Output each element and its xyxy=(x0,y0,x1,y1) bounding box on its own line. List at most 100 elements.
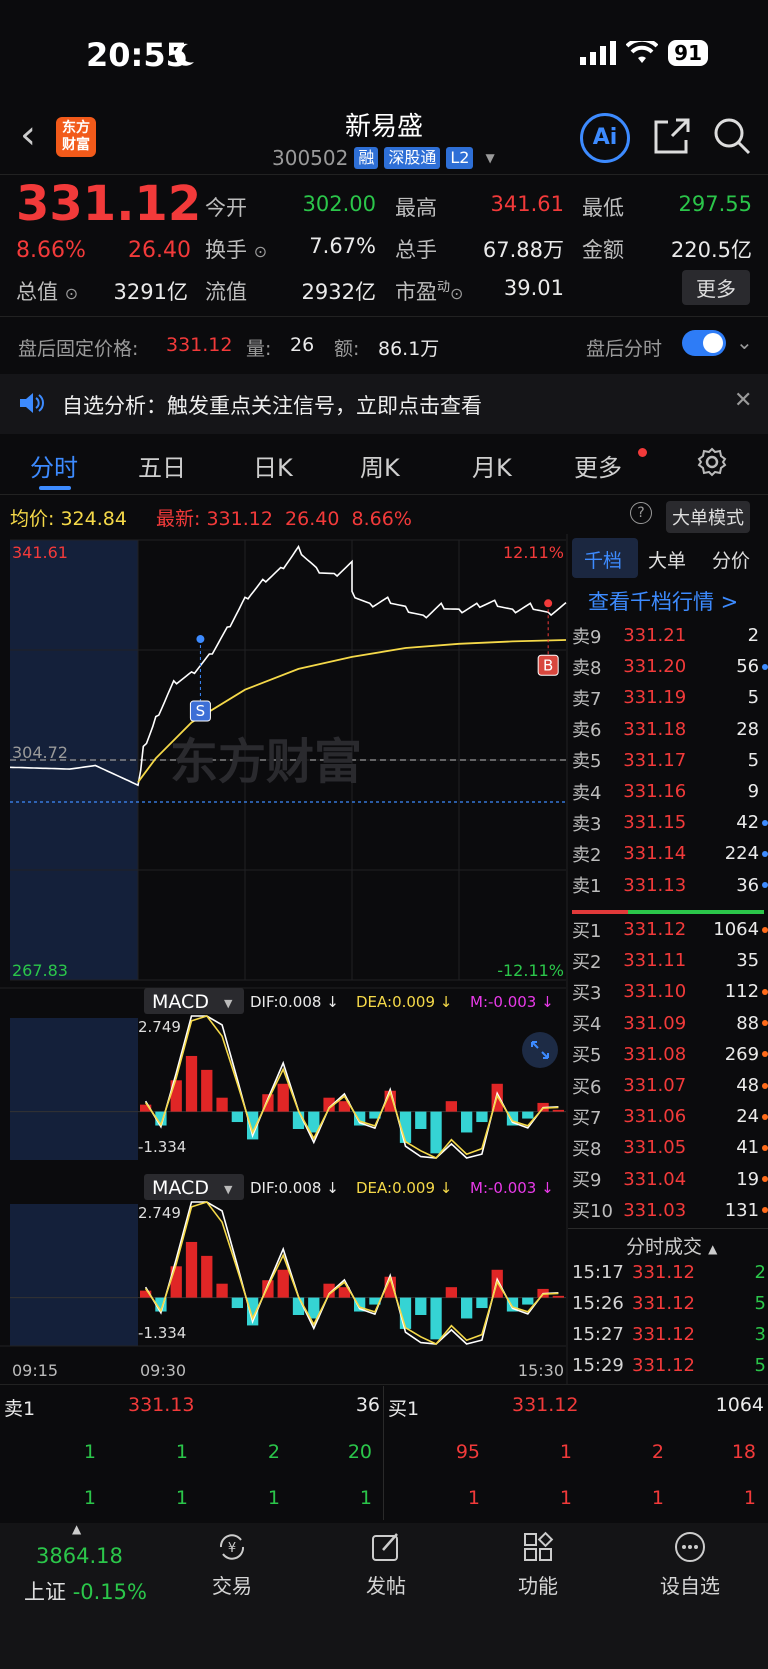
macd-bar xyxy=(430,1297,442,1340)
level-label: 卖6 xyxy=(572,720,602,742)
trades-title[interactable]: 分时成交 ▲ xyxy=(626,1232,717,1259)
bid-level[interactable]: 买7 331.06 24 xyxy=(572,1101,768,1132)
ask-level[interactable]: 卖2 331.14 224 xyxy=(572,838,768,869)
dropdown-icon[interactable]: ▼ xyxy=(485,151,494,165)
ask-level[interactable]: 卖7 331.19 5 xyxy=(572,682,768,713)
nav-add-watchlist[interactable]: 设自选 xyxy=(630,1530,750,1599)
level-dot xyxy=(762,819,768,826)
depth-bid-queue-item: 95 xyxy=(455,1441,480,1463)
tab-daily-k[interactable]: 日K xyxy=(253,448,293,483)
index-expand-icon[interactable]: ▲ xyxy=(72,1522,81,1536)
macd-m: M:-0.003 ↓ xyxy=(470,993,554,1011)
bid-level[interactable]: 买8 331.05 41 xyxy=(572,1132,768,1163)
macd-dea: DEA:0.009 ↓ xyxy=(356,993,452,1011)
macd-bar xyxy=(476,1111,488,1123)
level-volume: 5 xyxy=(747,687,760,709)
chevron-down-icon[interactable]: ⌄ xyxy=(736,330,753,354)
low-label: 最低 xyxy=(582,196,624,220)
bid-level[interactable]: 买4 331.09 88 xyxy=(572,1008,768,1039)
bid-level[interactable]: 买6 331.07 48 xyxy=(572,1070,768,1101)
level-price: 331.12 xyxy=(623,919,687,940)
open-value: 302.00 xyxy=(302,192,376,216)
nav-trade[interactable]: ¥ 交易 xyxy=(172,1530,292,1599)
change-percent: 8.66% xyxy=(16,238,86,263)
macd-title: MACD xyxy=(152,991,209,1013)
depth-ask-queue-item: 1 xyxy=(175,1487,188,1509)
orderbook-link[interactable]: 查看千档行情 > xyxy=(588,586,738,616)
ask-level[interactable]: 卖3 331.15 42 xyxy=(572,807,768,838)
after-hours-amt-label: 额: xyxy=(334,338,360,360)
y-axis-low: 267.83 xyxy=(12,961,68,980)
settings-icon[interactable] xyxy=(696,446,728,482)
level-volume: 88 xyxy=(736,1012,760,1034)
macd-bar xyxy=(430,1111,442,1154)
level-price: 331.17 xyxy=(623,749,687,771)
level-dot xyxy=(762,1051,768,1058)
macd-bar xyxy=(231,1111,243,1123)
macd-bar xyxy=(185,1055,198,1112)
more-button[interactable]: 更多 xyxy=(682,270,750,305)
level-dot xyxy=(762,1176,768,1183)
depth-bid-queue-item: 1 xyxy=(651,1487,664,1509)
level-price: 331.20 xyxy=(623,656,687,678)
ask-level[interactable]: 卖6 331.18 28 xyxy=(572,714,768,745)
tab-more[interactable]: 更多 xyxy=(574,448,622,483)
macd-bar xyxy=(461,1111,473,1133)
tab-price-distribution[interactable]: 分价 xyxy=(712,546,750,573)
level-volume: 42 xyxy=(736,812,760,834)
nav-post[interactable]: 发帖 xyxy=(326,1530,446,1599)
depth-bid-label: 买1 xyxy=(388,1398,420,1420)
macd-bar xyxy=(185,1241,198,1298)
volume-value: 67.88万 xyxy=(482,238,564,262)
ask-level[interactable]: 卖5 331.17 5 xyxy=(572,745,768,776)
level-volume: 56 xyxy=(736,656,760,678)
index-row[interactable]: 上证 -0.15% xyxy=(24,1576,147,1606)
tab-weekly-k[interactable]: 周K xyxy=(360,448,400,483)
level-dot xyxy=(762,1020,768,1027)
ask-level[interactable]: 卖8 331.20 56 xyxy=(572,651,768,682)
tab-monthly-k[interactable]: 月K xyxy=(472,448,512,483)
ai-button[interactable]: Ai xyxy=(580,113,630,163)
help-icon[interactable]: ? xyxy=(630,502,652,524)
battery-indicator: 91 xyxy=(668,40,708,66)
divider xyxy=(0,174,768,175)
bid-level[interactable]: 买2 331.11 35 xyxy=(572,945,768,976)
index-value[interactable]: 3864.18 xyxy=(36,1544,123,1568)
tab-orderbook-depth[interactable]: 千档 xyxy=(584,546,622,573)
tab-timeshare[interactable]: 分时 xyxy=(30,448,78,483)
notice-banner[interactable]: 自选分析：触发重点关注信号，立即点击查看 ✕ xyxy=(0,374,768,434)
big-order-mode-button[interactable]: 大单模式 xyxy=(666,501,750,533)
pe-label: 市盈动⊙ xyxy=(395,280,464,304)
level-price: 331.11 xyxy=(623,950,687,972)
bid-level[interactable]: 买9 331.04 19 xyxy=(572,1164,768,1195)
tab-five-day[interactable]: 五日 xyxy=(138,448,186,483)
level-label: 卖7 xyxy=(572,688,602,710)
level-price: 331.21 xyxy=(623,625,687,646)
x-axis-label: 09:15 xyxy=(12,1361,58,1380)
ask-level[interactable]: 卖9 331.21 2 xyxy=(572,620,768,651)
bid-level[interactable]: 买3 331.10 112 xyxy=(572,976,768,1007)
y-axis-right-low: -12.11% xyxy=(497,961,564,980)
nav-functions[interactable]: 功能 xyxy=(478,1530,598,1599)
depth-bid-vol: 1064 xyxy=(715,1394,764,1416)
close-icon[interactable]: ✕ xyxy=(734,388,752,413)
divider xyxy=(0,1384,768,1385)
macd-bar xyxy=(522,1111,534,1119)
search-icon[interactable] xyxy=(712,116,752,160)
ask-level[interactable]: 卖1 331.13 36 xyxy=(572,870,768,901)
level-label: 买10 xyxy=(572,1201,613,1223)
tab-big-orders[interactable]: 大单 xyxy=(648,546,686,573)
depth-ask-price: 331.13 xyxy=(128,1394,195,1416)
bid-level[interactable]: 买1 331.12 1064 xyxy=(572,914,768,945)
notification-dot xyxy=(638,448,647,457)
share-icon[interactable] xyxy=(652,116,692,160)
bid-level[interactable]: 买10 331.03 131 xyxy=(572,1195,768,1226)
depth-ask-queue-item: 1 xyxy=(359,1487,372,1509)
ask-level[interactable]: 卖4 331.16 9 xyxy=(572,776,768,807)
premarket-shade xyxy=(10,1018,138,1160)
bid-level[interactable]: 买5 331.08 269 xyxy=(572,1039,768,1070)
stock-code-row[interactable]: 300502 融 深股通 L2 ▼ xyxy=(272,146,495,170)
intraday-chart[interactable]: 东方财富 S B 341.61 304.72 267.83 12.11% -12.11% MAC… xyxy=(0,534,568,1384)
premarket-shade xyxy=(10,1204,138,1346)
after-hours-toggle[interactable] xyxy=(682,330,726,356)
